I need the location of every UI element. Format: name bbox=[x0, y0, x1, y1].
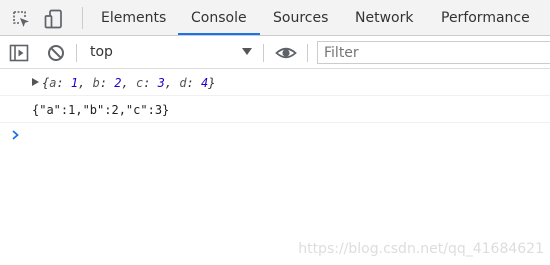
show-sidebar-icon[interactable] bbox=[9, 43, 29, 63]
tab-sources[interactable]: Sources bbox=[273, 0, 328, 35]
expand-triangle-icon[interactable] bbox=[32, 78, 39, 86]
toolbar-divider bbox=[263, 44, 264, 62]
tab-console[interactable]: Console bbox=[191, 0, 247, 35]
toolbar-divider bbox=[76, 44, 77, 62]
tab-elements[interactable]: Elements bbox=[101, 0, 166, 35]
tab-network[interactable]: Network bbox=[355, 0, 413, 35]
object-close-brace: } bbox=[208, 76, 216, 90]
console-message-json: {"a":1,"b":2,"c":3} bbox=[0, 96, 550, 123]
object-key: b bbox=[92, 76, 100, 90]
live-expression-eye-icon[interactable] bbox=[275, 43, 297, 63]
device-toolbar-icon[interactable] bbox=[44, 9, 64, 29]
toolbar-divider bbox=[307, 44, 308, 62]
active-tab-indicator bbox=[178, 33, 260, 35]
object-key: d bbox=[179, 76, 187, 90]
devtools-tabbar: Elements Console Sources Network Perform… bbox=[0, 0, 550, 36]
json-string-output: {"a":1,"b":2,"c":3} bbox=[32, 103, 170, 117]
clear-console-icon[interactable] bbox=[46, 43, 66, 63]
object-preview: {a: 1, b: 2, c: 3, d: 4} bbox=[42, 76, 216, 90]
console-message-object[interactable]: {a: 1, b: 2, c: 3, d: 4} bbox=[0, 69, 550, 96]
console-prompt-icon[interactable] bbox=[9, 125, 25, 145]
tabbar-divider bbox=[82, 7, 83, 29]
inspect-element-icon[interactable] bbox=[11, 9, 31, 29]
object-key: a bbox=[49, 76, 57, 90]
tab-performance[interactable]: Performance bbox=[441, 0, 530, 35]
object-value: 3 bbox=[157, 76, 165, 90]
js-context-select[interactable]: top bbox=[82, 40, 258, 64]
filter-input[interactable] bbox=[317, 41, 550, 64]
js-context-value: top bbox=[90, 44, 113, 60]
object-value: 1 bbox=[70, 76, 79, 90]
console-output: {a: 1, b: 2, c: 3, d: 4} {"a":1,"b":2,"c… bbox=[0, 69, 550, 265]
chevron-down-icon bbox=[242, 48, 252, 55]
object-value: 2 bbox=[114, 76, 122, 90]
console-toolbar: top bbox=[0, 36, 550, 69]
watermark: https://blog.csdn.net/qq_41684621 bbox=[298, 241, 544, 257]
object-key: c bbox=[135, 76, 144, 90]
